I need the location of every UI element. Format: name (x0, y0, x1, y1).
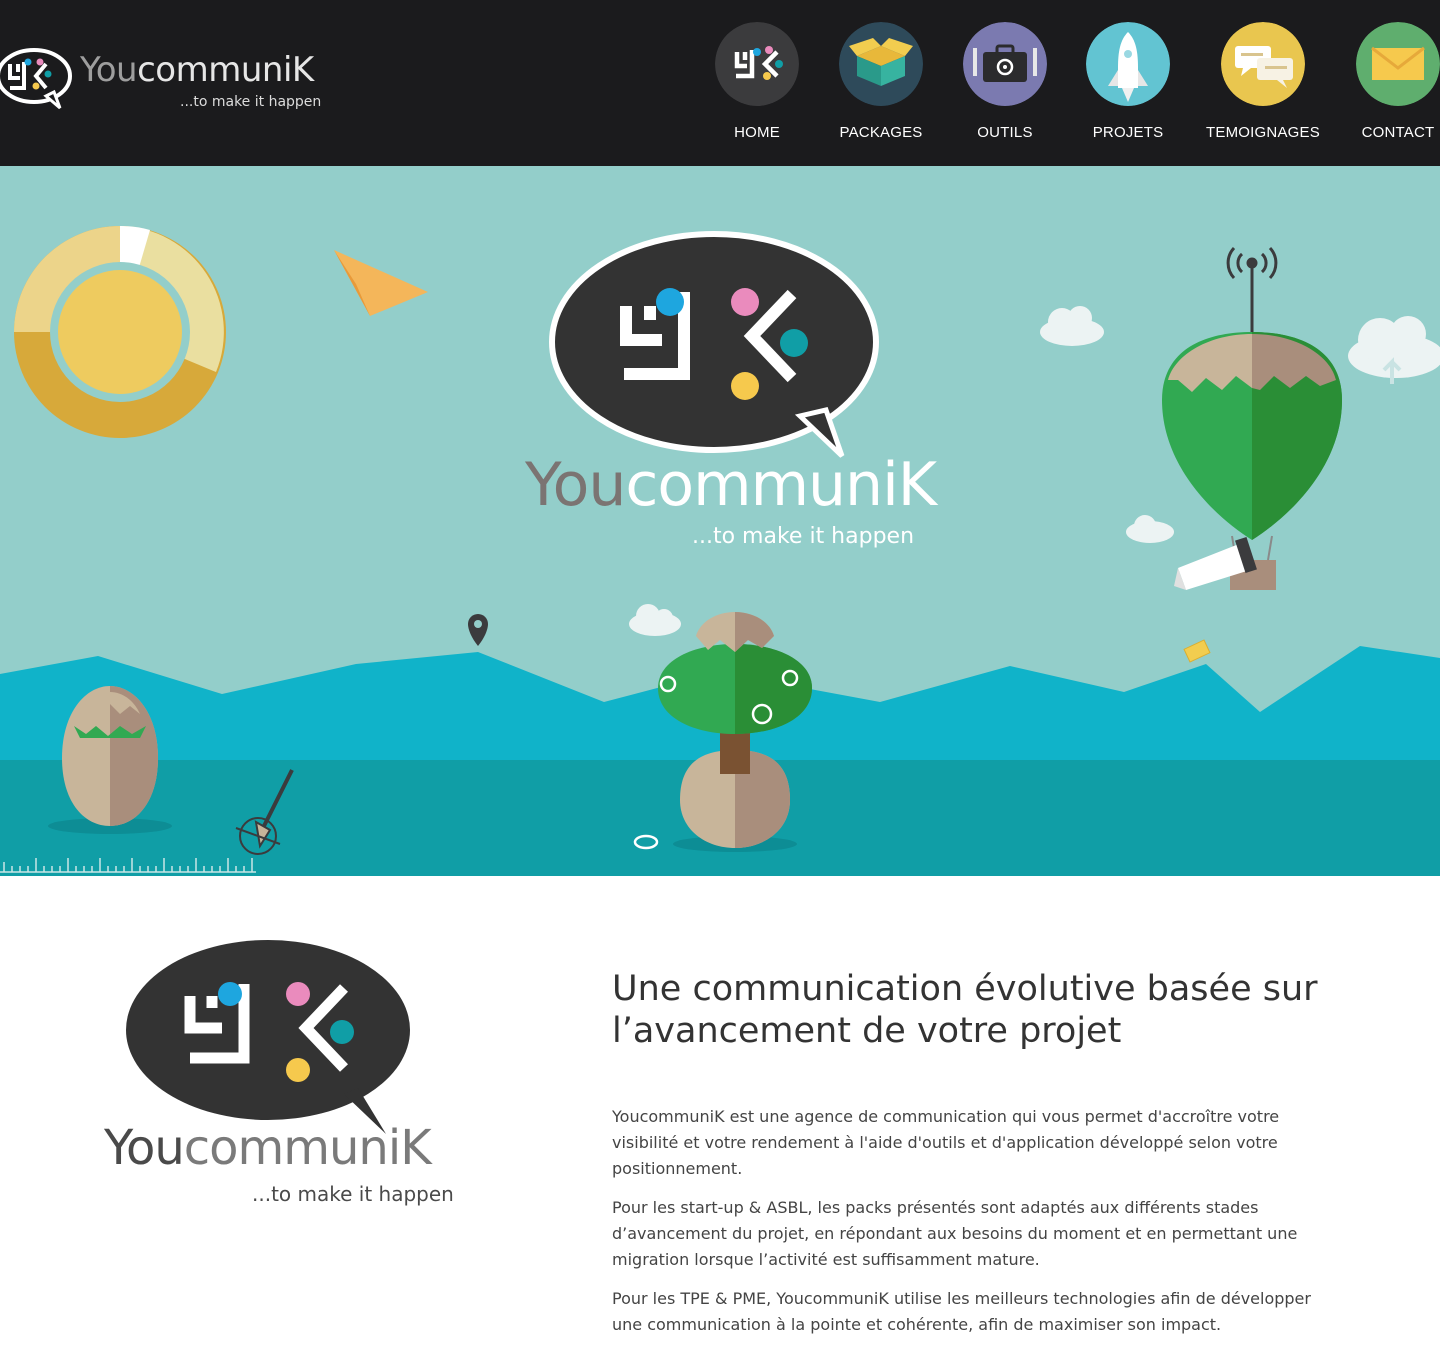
intro-section: YoucommuniK ...to make it happen Une com… (0, 876, 1440, 1351)
nav-item-home[interactable]: HOME (695, 22, 819, 152)
nav-item-projets[interactable]: PROJETS (1066, 22, 1190, 152)
hero-illustration (0, 225, 1440, 876)
antenna-icon (1226, 246, 1278, 336)
intro-logo-tagline: ...to make it happen (252, 1182, 454, 1206)
intro-paragraph: Pour les start-up & ASBL, les packs prés… (612, 1198, 1298, 1269)
toolbox-icon (963, 22, 1047, 106)
intro-logo-bubble-icon (126, 940, 410, 1134)
chat-bubbles-icon (1221, 22, 1305, 106)
intro-logo-name-part1: You (104, 1120, 185, 1176)
nav-item-contact[interactable]: CONTACT (1336, 22, 1440, 152)
nav-label-packages: PACKAGES (839, 124, 923, 141)
site-header: YoucommuniK ...to make it happen HOME PA… (0, 0, 1440, 166)
hero-brand-name: YoucommuniK (525, 450, 937, 520)
hero-banner: YoucommuniK ...to make it happen (0, 166, 1440, 876)
intro-paragraph: YoucommuniK est une agence de communicat… (612, 1107, 1280, 1178)
main-nav: HOME PACKAGES OUTILS PROJETS TEMOIGNAGES… (0, 22, 1440, 162)
intro-logo: YoucommuniK ...to make it happen (100, 938, 460, 1228)
nav-label-outils: OUTILS (977, 124, 1033, 141)
envelope-icon (1356, 22, 1440, 106)
hero-name-part2: communiK (625, 450, 937, 520)
nav-item-temoignages[interactable]: TEMOIGNAGES (1201, 22, 1325, 152)
nav-item-packages[interactable]: PACKAGES (819, 22, 943, 152)
intro-title: Une communication évolutive basée sur l’… (612, 969, 1318, 1051)
map-pin-icon (468, 614, 488, 646)
nav-label-home: HOME (734, 124, 780, 141)
hero-name-part1: You (525, 450, 626, 520)
hero-tagline: ...to make it happen (692, 524, 915, 549)
sun-donut-icon (14, 225, 226, 438)
intro-logo-name: YoucommuniK (104, 1120, 432, 1176)
box-icon (839, 22, 923, 106)
nav-label-projets: PROJETS (1092, 124, 1164, 141)
intro-text: Une communication évolutive basée sur l’… (612, 968, 1342, 1351)
nav-label-contact: CONTACT (1361, 124, 1435, 141)
intro-logo-name-part2: communiK (183, 1120, 432, 1176)
nav-item-outils[interactable]: OUTILS (943, 22, 1067, 152)
paper-plane-icon (334, 250, 428, 316)
logo-icon (715, 22, 799, 106)
intro-paragraph: Pour les TPE & PME, YoucommuniK utilise … (612, 1289, 1311, 1334)
rocket-icon (1086, 22, 1170, 106)
hero-logo-bubble (549, 231, 879, 458)
hot-air-balloon-icon (1162, 332, 1342, 590)
nav-label-temoignages: TEMOIGNAGES (1206, 124, 1320, 141)
